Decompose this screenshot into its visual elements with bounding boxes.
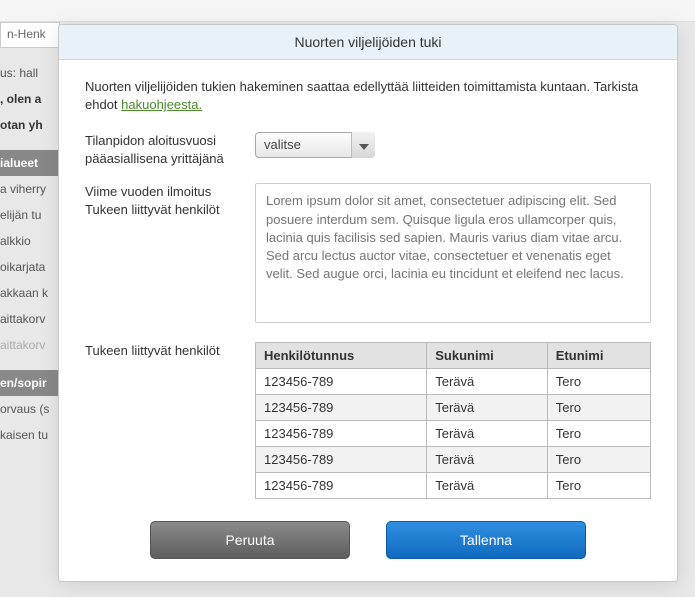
background-sidebar-item: , olen a xyxy=(0,86,60,112)
background-sidebar-item: en/sopir xyxy=(0,370,60,396)
background-sidebar-item: aittakorv xyxy=(0,332,60,358)
label-viime-vuoden-ilmoitus: Viime vuoden ilmoitus Tukeen liittyvät h… xyxy=(85,183,255,218)
select-aloitusvuosi-toggle[interactable] xyxy=(351,132,375,158)
table-cell: Terävä xyxy=(427,421,548,447)
table-cell: Tero xyxy=(547,473,650,499)
background-sidebar-item: us: hall xyxy=(0,60,60,86)
background-sidebar: us: hall, olen aotan yhialueeta viherrye… xyxy=(0,60,60,557)
table-cell: 123456-789 xyxy=(256,369,427,395)
cancel-button[interactable]: Peruuta xyxy=(150,521,350,559)
table-cell: Tero xyxy=(547,447,650,473)
table-header-cell: Sukunimi xyxy=(427,343,548,369)
table-cell: 123456-789 xyxy=(256,473,427,499)
table-cell: Terävä xyxy=(427,447,548,473)
background-topbar xyxy=(0,0,695,22)
background-sidebar-item: ialueet xyxy=(0,150,60,176)
background-sidebar-item: elijän tu xyxy=(0,202,60,228)
table-cell: 123456-789 xyxy=(256,395,427,421)
dialog-title: Nuorten viljelijöiden tuki xyxy=(59,25,677,60)
background-sidebar-item: otan yh xyxy=(0,112,60,138)
label-line-2: Tukeen liittyvät henkilöt xyxy=(85,202,220,217)
table-row: 123456-789TeräväTero xyxy=(256,395,651,421)
table-row: 123456-789TeräväTero xyxy=(256,473,651,499)
label-aloitusvuosi: Tilanpidon aloitusvuosi pääasiallisena y… xyxy=(85,132,255,167)
background-sidebar-item: kaisen tu xyxy=(0,422,60,448)
table-cell: Terävä xyxy=(427,395,548,421)
background-sidebar-item: alkkio xyxy=(0,228,60,254)
dialog-nuorten-viljelijoiden-tuki: Nuorten viljelijöiden tuki Nuorten vilje… xyxy=(58,24,678,582)
background-sidebar-item: a viherry xyxy=(0,176,60,202)
table-cell: Terävä xyxy=(427,369,548,395)
table-header-cell: Henkilötunnus xyxy=(256,343,427,369)
table-row: 123456-789TeräväTero xyxy=(256,369,651,395)
background-sidebar-item xyxy=(0,358,60,370)
background-sidebar-item: oikarjata xyxy=(0,254,60,280)
table-cell: Terävä xyxy=(427,473,548,499)
table-henkilot: HenkilötunnusSukunimiEtunimi 123456-789T… xyxy=(255,342,651,499)
save-button[interactable]: Tallenna xyxy=(386,521,586,559)
textarea-ilmoitus[interactable] xyxy=(255,183,651,323)
intro-text: Nuorten viljelijöiden tukien hakeminen s… xyxy=(85,78,651,114)
table-row: 123456-789TeräväTero xyxy=(256,447,651,473)
table-header-cell: Etunimi xyxy=(547,343,650,369)
chevron-down-icon xyxy=(359,138,369,153)
background-tab-fragment: n-Henk xyxy=(0,22,60,48)
label-line-1: Viime vuoden ilmoitus xyxy=(85,184,211,199)
background-sidebar-item: orvaus (s xyxy=(0,396,60,422)
table-cell: 123456-789 xyxy=(256,447,427,473)
table-cell: Tero xyxy=(547,395,650,421)
background-sidebar-item: aittakorv xyxy=(0,306,60,332)
background-sidebar-item xyxy=(0,138,60,150)
table-row: 123456-789TeräväTero xyxy=(256,421,651,447)
intro-link-hakuohje[interactable]: hakuohjeesta. xyxy=(121,97,202,112)
label-tukeen-liittyvat-henkilot: Tukeen liittyvät henkilöt xyxy=(85,342,255,360)
table-cell: Tero xyxy=(547,369,650,395)
background-sidebar-item: akkaan k xyxy=(0,280,60,306)
table-cell: 123456-789 xyxy=(256,421,427,447)
table-cell: Tero xyxy=(547,421,650,447)
